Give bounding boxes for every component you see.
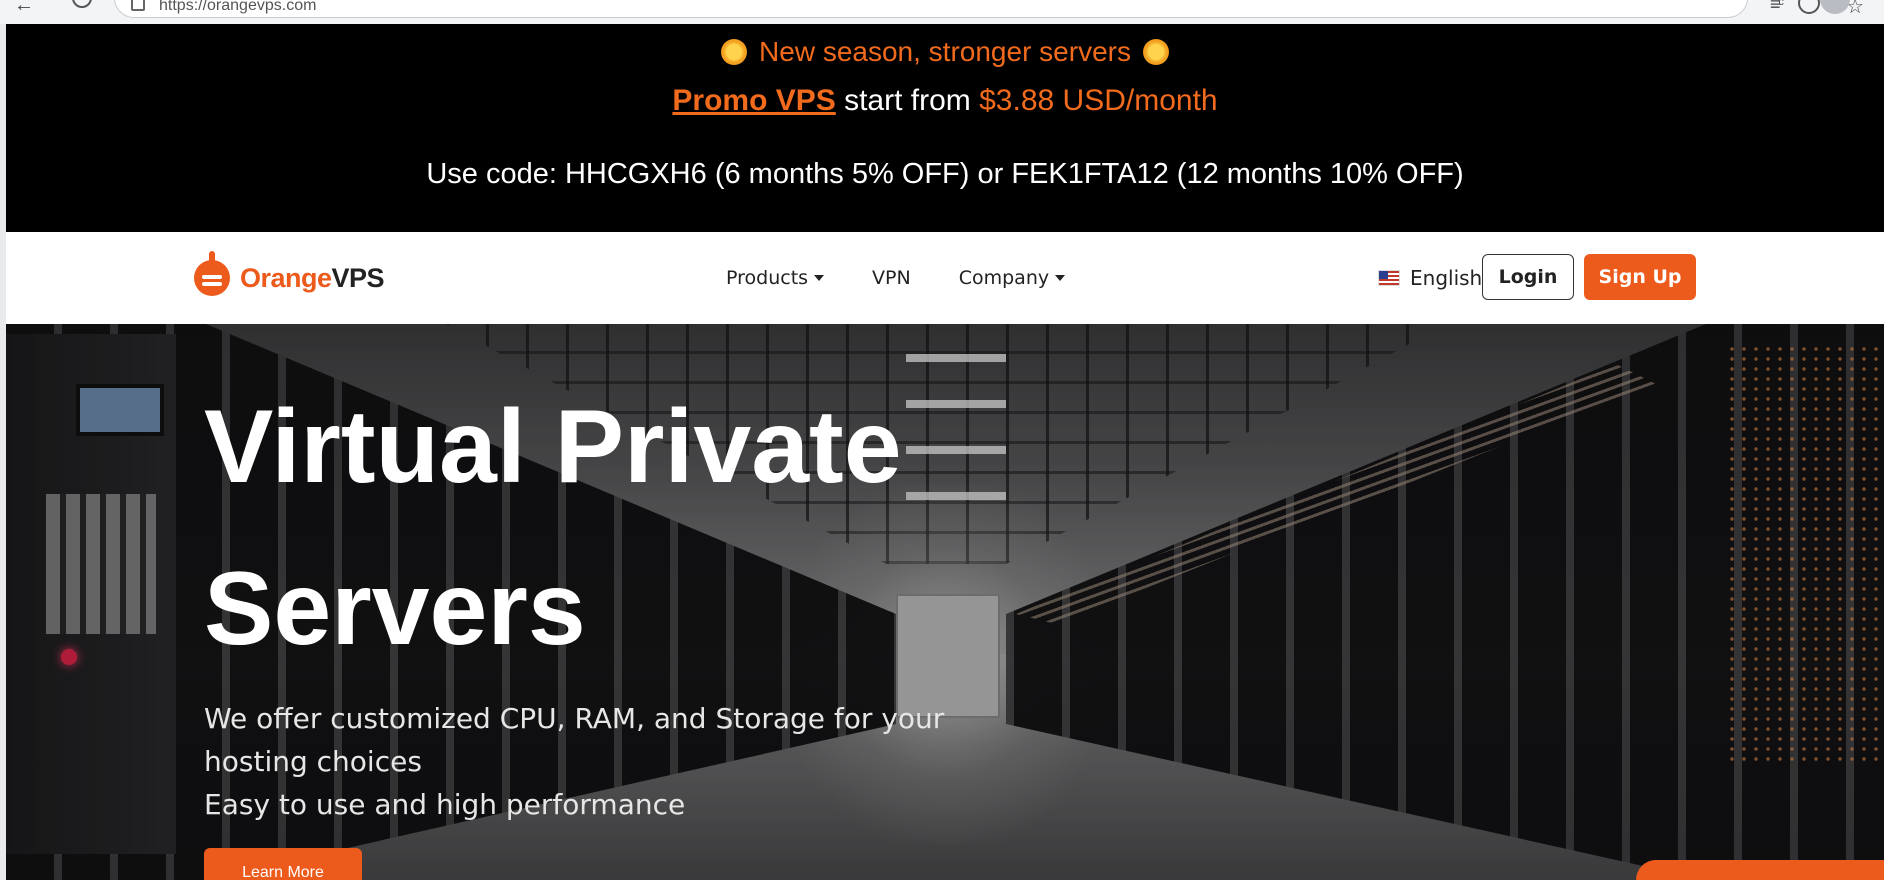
url-text: https://orangevps.com [159,0,317,14]
copilot-icon[interactable] [1798,0,1820,14]
hero-subtitle-line1: We offer customized CPU, RAM, and Storag… [204,702,945,778]
hero-subtitle-line2: Easy to use and high performance [204,788,686,821]
hero-section: Virtual Private Servers We offer customi… [6,324,1884,880]
nav-vpn[interactable]: VPN [872,267,911,289]
promo-headline: New season, stronger servers [759,36,1131,67]
chat-widget-button[interactable] [1636,860,1884,880]
promo-offer: Promo VPS start from $3.88 USD/month [6,84,1884,118]
promo-vps-link[interactable]: Promo VPS [672,84,835,117]
promo-banner: New season, stronger servers Promo VPS s… [6,24,1884,232]
nav-links: Products VPN Company [726,232,1113,324]
browser-toolbar: ← https://orangevps.com ᶜ ☆ ≡ [0,0,1884,24]
promo-start-from: start from [835,84,980,117]
us-flag-icon [1378,270,1400,286]
promo-codes: Use code: HHCGXH6 (6 months 5% OFF) or F… [426,158,1464,190]
language-selector[interactable]: English [1378,232,1482,324]
favorites-icon[interactable]: ≡ [1770,0,1781,15]
address-bar[interactable]: https://orangevps.com [114,0,1748,18]
hero-title-line1: Virtual Private [204,389,902,505]
nav-company[interactable]: Company [958,267,1066,289]
web-page: New season, stronger servers Promo VPS s… [6,24,1884,880]
main-navbar: OrangeVPS Products VPN Company English L… [6,232,1884,324]
nav-company-label: Company [958,267,1050,289]
site-info-icon[interactable] [131,0,145,11]
promo-price: $3.88 USD/month [979,84,1218,117]
sun-icon [721,39,748,65]
learn-more-button[interactable]: Learn More [204,848,362,880]
chevron-down-icon [814,275,825,281]
orange-logo-icon [194,251,230,296]
orangevps-logo[interactable]: OrangeVPS [194,251,385,302]
nav-products-label: Products [726,267,809,289]
hero-subtitle: We offer customized CPU, RAM, and Storag… [204,697,1054,826]
reload-icon[interactable] [72,0,92,8]
back-arrow-icon[interactable]: ← [14,0,34,17]
hero-title-line2: Servers [204,551,586,667]
login-button[interactable]: Login [1482,254,1574,300]
promo-headline-row: New season, stronger servers [6,36,1884,68]
chevron-down-icon [1055,275,1066,281]
sun-icon [1142,39,1169,65]
nav-products[interactable]: Products [726,267,825,289]
nav-vpn-label: VPN [872,267,911,289]
signup-button[interactable]: Sign Up [1584,254,1696,300]
logo-wordmark: OrangeVPS [240,262,385,293]
language-label: English [1410,266,1483,290]
hero-title: Virtual Private Servers [204,366,964,690]
